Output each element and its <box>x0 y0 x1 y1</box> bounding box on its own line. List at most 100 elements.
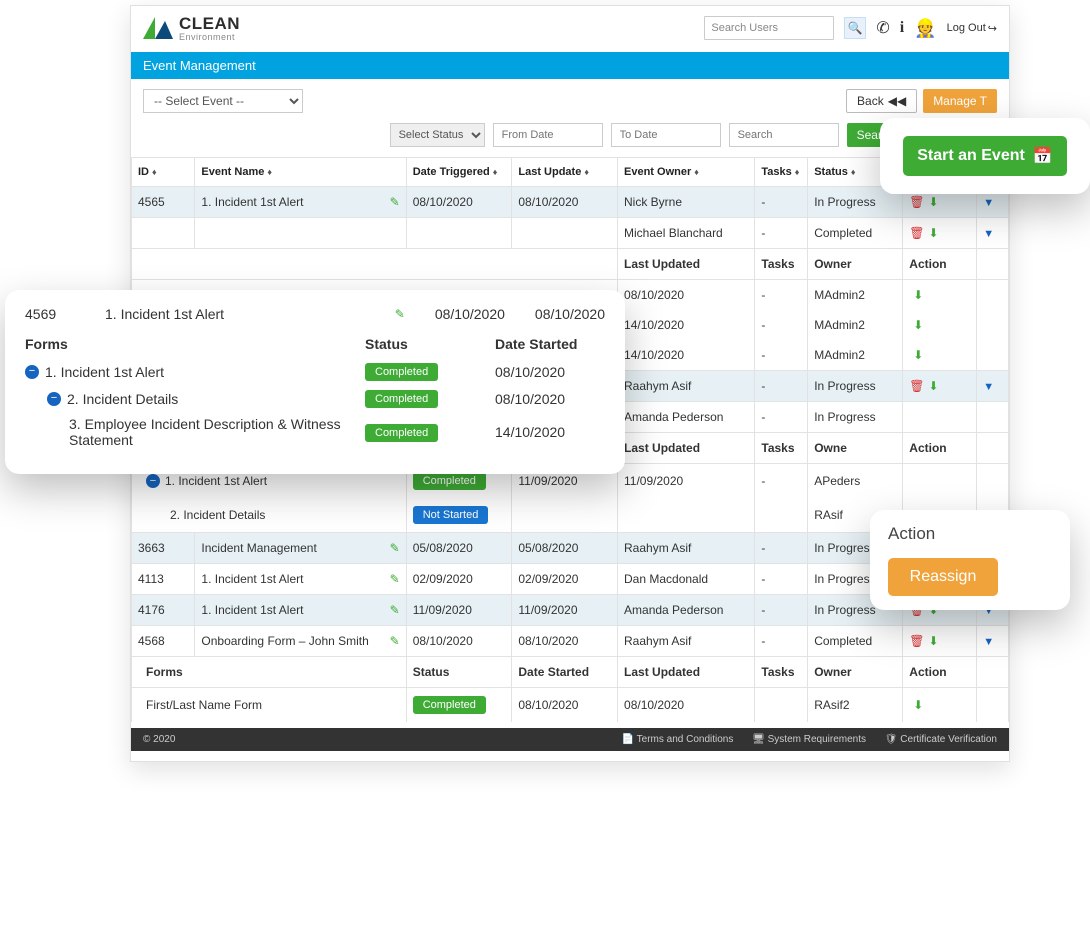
expand-toggle-icon[interactable]: ▼ <box>983 228 994 240</box>
logout-link[interactable]: Log Out ↪ <box>947 22 997 35</box>
subh-tasks: Tasks <box>755 657 808 688</box>
sort-icon: ♦ <box>493 167 498 177</box>
subh-forms: Forms <box>132 657 407 688</box>
sort-icon: ♦ <box>152 167 157 177</box>
start-event-button[interactable]: Start an Event 📅 <box>903 136 1067 176</box>
download-icon[interactable]: ⬇ <box>929 634 939 648</box>
edit-icon[interactable]: ✎ <box>390 572 400 586</box>
status-badge: Completed <box>413 696 486 714</box>
delete-icon[interactable]: 🗑 <box>909 634 924 648</box>
filter-row: Select Status Search 🔍 Reset ✕ <box>131 117 1009 157</box>
col-tasks[interactable]: Tasks♦ <box>755 158 808 187</box>
download-icon[interactable]: ⬇ <box>913 288 923 302</box>
collapse-node-icon[interactable]: − <box>25 365 39 379</box>
from-date-input[interactable] <box>493 123 603 147</box>
table-row: Michael Blanchard - Completed 🗑⬇ ▼ <box>132 218 1009 249</box>
sub-tasks: - <box>755 280 808 311</box>
start-event-card: Start an Event 📅 <box>880 118 1090 194</box>
cell-date <box>406 218 512 249</box>
edit-icon[interactable]: ✎ <box>390 634 400 648</box>
sub-form-label: 2. Incident Details <box>132 498 407 533</box>
back-button[interactable]: Back ◀◀ <box>846 89 917 113</box>
subh-lastup: Last Updated <box>618 433 755 464</box>
status-badge: Not Started <box>413 506 489 524</box>
col-update[interactable]: Last Update♦ <box>512 158 618 187</box>
edit-icon[interactable]: ✎ <box>390 603 400 617</box>
delete-icon[interactable]: 🗑 <box>909 226 924 240</box>
search-icon: 🔍 <box>848 21 863 35</box>
cell-name: Incident Management✎ <box>195 533 406 564</box>
to-date-input[interactable] <box>611 123 721 147</box>
sub-row: First/Last Name Form Completed 08/10/202… <box>132 688 1009 723</box>
detail-col-status: Status <box>365 336 495 352</box>
download-icon[interactable]: ⬇ <box>913 698 923 712</box>
footer-certver-link[interactable]: 🛡 Certificate Verification <box>885 734 997 745</box>
edit-icon[interactable]: ✎ <box>395 307 405 321</box>
cell-tasks: - <box>755 218 808 249</box>
col-id[interactable]: ID♦ <box>132 158 195 187</box>
phone-icon[interactable]: ✆ <box>876 18 889 38</box>
sub-owner: APeders <box>808 464 903 499</box>
col-name-label: Event Name <box>201 166 264 178</box>
sub-owner: MAdmin2 <box>808 340 903 371</box>
sub-status: Completed <box>406 688 512 723</box>
col-name[interactable]: Event Name♦ <box>195 158 406 187</box>
expand-toggle-icon[interactable]: ▼ <box>983 197 994 209</box>
collapse-node-icon[interactable]: − <box>47 392 61 406</box>
footer-terms-link[interactable]: 📄 Terms and Conditions <box>622 734 734 745</box>
subh-tasks: Tasks <box>755 433 808 464</box>
page-title: Event Management <box>143 58 256 73</box>
sub-tasks: - <box>755 464 808 499</box>
table-row: 4565 1. Incident 1st Alert✎ 08/10/2020 0… <box>132 187 1009 218</box>
detail-name: 1. Incident 1st Alert <box>105 306 224 322</box>
footer-sysreq-link[interactable]: 🖥 System Requirements <box>752 734 866 745</box>
col-owner[interactable]: Event Owner♦ <box>618 158 755 187</box>
footer-copy: © 2020 <box>143 734 175 745</box>
collapse-node-icon[interactable]: − <box>146 474 160 488</box>
col-date[interactable]: Date Triggered♦ <box>406 158 512 187</box>
brand-logo: CLEAN Environment <box>143 14 240 42</box>
cell-tasks: - <box>755 595 808 626</box>
cell-tasks: - <box>755 371 808 402</box>
action-card: Action Reassign <box>870 510 1070 610</box>
cell-owner: Raahym Asif <box>618 371 755 402</box>
download-icon[interactable]: ⬇ <box>929 226 939 240</box>
cell-id: 4568 <box>132 626 195 657</box>
cell-tasks: - <box>755 564 808 595</box>
search-users-button[interactable]: 🔍 <box>844 17 866 39</box>
delete-icon[interactable]: 🗑 <box>909 195 924 209</box>
subh-action: Action <box>903 249 977 280</box>
select-event-dropdown[interactable]: -- Select Event -- <box>143 89 303 113</box>
edit-icon[interactable]: ✎ <box>390 541 400 555</box>
info-icon[interactable]: i <box>900 19 904 37</box>
search-users-input[interactable]: Search Users <box>704 16 834 40</box>
cell-name: Onboarding Form – John Smith✎ <box>195 626 406 657</box>
search-input[interactable] <box>729 123 839 147</box>
download-icon[interactable]: ⬇ <box>929 379 939 393</box>
cell-owner: Michael Blanchard <box>618 218 755 249</box>
expand-toggle-icon[interactable]: ▼ <box>983 381 994 393</box>
manage-button[interactable]: Manage T <box>923 89 997 113</box>
table-row: 4568 Onboarding Form – John Smith✎ 08/10… <box>132 626 1009 657</box>
download-icon[interactable]: ⬇ <box>929 195 939 209</box>
sort-icon: ♦ <box>795 167 800 177</box>
col-date-label: Date Triggered <box>413 166 490 178</box>
col-owner-label: Event Owner <box>624 166 691 178</box>
detail-form-date: 08/10/2020 <box>495 364 605 380</box>
sub-lastup: 11/09/2020 <box>618 464 755 499</box>
user-icon[interactable]: 👷 <box>914 18 936 39</box>
cell-status: In Progress <box>808 371 903 402</box>
sub-lastup: 14/10/2020 <box>618 340 755 371</box>
detail-form-label: 3. Employee Incident Description & Witne… <box>69 416 365 448</box>
download-icon[interactable]: ⬇ <box>913 348 923 362</box>
cell-id <box>132 218 195 249</box>
top-bar: CLEAN Environment Search Users 🔍 ✆ i 👷 L… <box>131 6 1009 52</box>
edit-icon[interactable]: ✎ <box>390 195 400 209</box>
calendar-plus-icon: 📅 <box>1033 146 1053 166</box>
download-icon[interactable]: ⬇ <box>913 318 923 332</box>
status-filter-dropdown[interactable]: Select Status <box>390 123 485 147</box>
expand-toggle-icon[interactable]: ▼ <box>983 636 994 648</box>
delete-icon[interactable]: 🗑 <box>909 379 924 393</box>
reassign-button[interactable]: Reassign <box>888 558 998 596</box>
sub-tasks <box>755 498 808 533</box>
